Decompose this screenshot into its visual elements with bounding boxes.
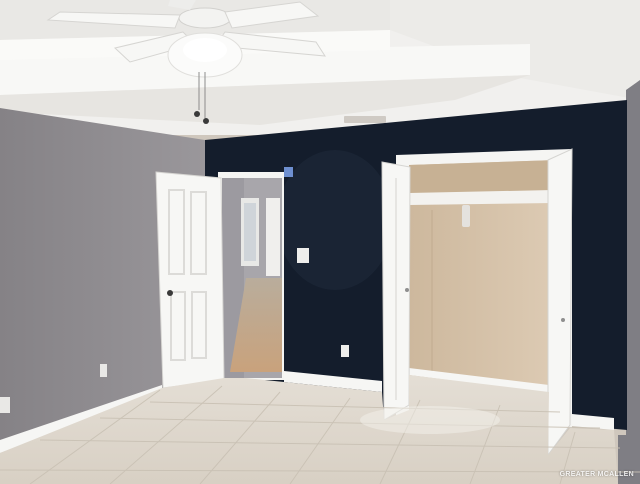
watermark: GREATER MCALLEN [559, 471, 634, 478]
room-illustration [0, 0, 640, 484]
air-vent [344, 116, 386, 123]
outlet [341, 345, 349, 357]
hallway [218, 172, 284, 380]
chalkboard-smudge [277, 150, 393, 290]
outlet [100, 364, 107, 377]
hall-door [266, 198, 280, 276]
light-switch [297, 248, 309, 263]
open-closet-door [547, 148, 573, 457]
open-entry-door [155, 171, 225, 389]
smoke-detector [284, 167, 293, 177]
rod-bracket [462, 205, 470, 227]
door-knob [167, 290, 173, 296]
room-photo: GREATER MCALLEN [0, 0, 640, 484]
outlet [0, 397, 10, 413]
